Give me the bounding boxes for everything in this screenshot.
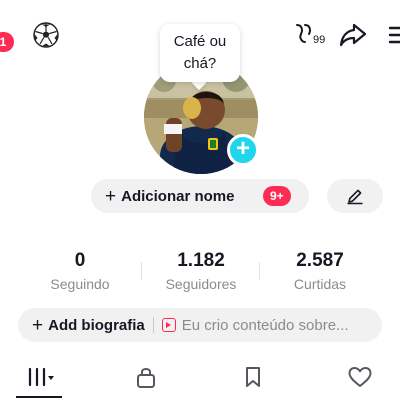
add-name-label: Adicionar nome — [121, 187, 235, 205]
plus-icon: + — [105, 185, 117, 207]
add-friend-button[interactable]: + 1 — [0, 20, 22, 52]
add-name-badge: 9+ — [263, 186, 291, 206]
heart-icon — [348, 367, 372, 387]
pencil-icon — [347, 189, 363, 205]
menu-icon — [388, 26, 400, 44]
video-suggestion-icon — [161, 318, 176, 332]
menu-button[interactable] — [388, 24, 400, 46]
share-button[interactable] — [338, 22, 368, 48]
tab-favorites[interactable] — [223, 360, 283, 394]
stat-label: Seguindo — [50, 276, 110, 292]
plus-icon: + — [32, 314, 44, 336]
notification-badge: 1 — [0, 32, 14, 52]
stat-followers[interactable]: 1.182 Seguidores — [151, 250, 251, 294]
stat-divider — [141, 262, 142, 280]
share-icon — [339, 23, 367, 47]
tab-videos[interactable] — [9, 360, 69, 394]
add-bio-label: Add biografia — [48, 316, 145, 334]
stat-value: 1.182 — [177, 250, 225, 271]
bookmark-icon — [246, 367, 260, 387]
stat-following[interactable]: 0 Seguindo — [30, 250, 130, 294]
profile-visitors-icon — [293, 22, 313, 48]
visitors-count: 99 — [313, 34, 326, 46]
add-photo-button[interactable]: + — [227, 134, 259, 166]
status-speech-bubble[interactable]: Café ou chá? — [160, 24, 240, 82]
add-name-button[interactable]: + Adicionar nome 9+ — [91, 179, 309, 213]
bio-preview-text: Eu crio conteúdo sobre... — [181, 316, 349, 334]
stat-label: Seguidores — [165, 276, 237, 292]
edit-profile-button[interactable] — [327, 179, 383, 213]
profile-visitors-button[interactable]: 99 — [293, 22, 325, 48]
stat-likes[interactable]: 2.587 Curtidas — [270, 250, 370, 294]
tab-liked[interactable] — [330, 360, 390, 394]
stat-divider — [259, 262, 260, 280]
lock-icon — [137, 368, 155, 388]
stat-value: 0 — [74, 250, 86, 271]
stat-value: 2.587 — [296, 250, 344, 271]
tab-private[interactable] — [116, 360, 176, 394]
plus-icon: + — [235, 135, 250, 162]
soccer-ball-icon[interactable] — [33, 22, 59, 48]
grid-icon — [28, 367, 54, 387]
active-tab-indicator — [16, 396, 62, 398]
stat-label: Curtidas — [293, 276, 347, 292]
add-bio-button[interactable]: + Add biografia Eu crio conteúdo sobre..… — [18, 308, 382, 342]
bio-divider — [152, 317, 154, 333]
status-text: Café ou chá? — [173, 33, 227, 72]
